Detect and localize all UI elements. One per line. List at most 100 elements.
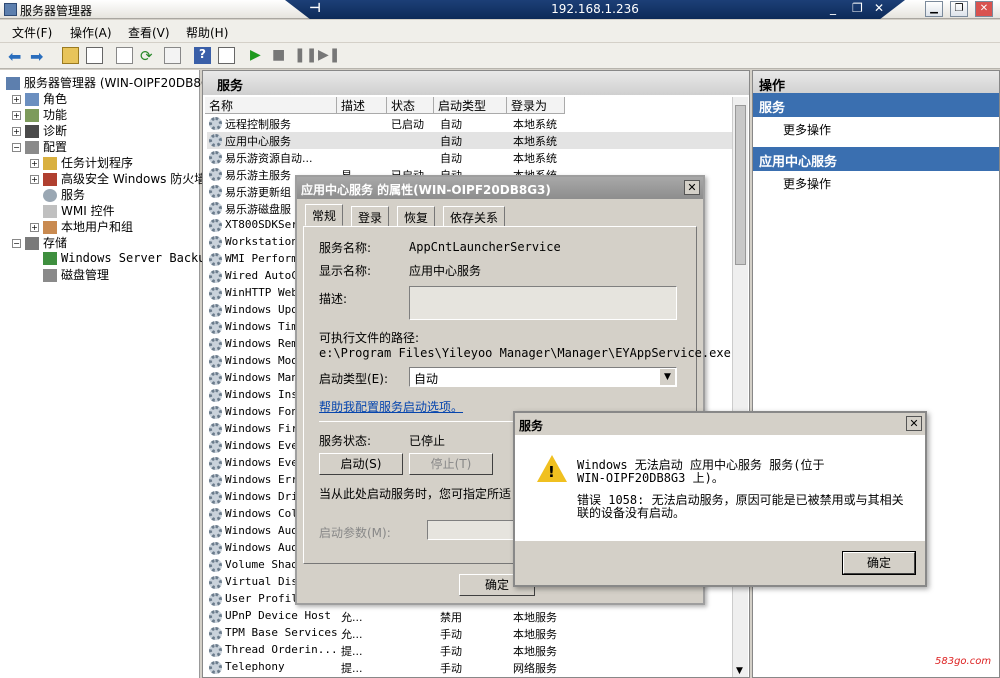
tree-item-configuration[interactable]: − 配置 xyxy=(12,138,67,155)
expand-icon[interactable]: + xyxy=(12,127,21,136)
stop-button[interactable]: 停止(T) xyxy=(409,453,493,475)
service-gear-icon xyxy=(209,423,222,436)
table-cell: 自动 xyxy=(440,152,462,165)
tree-item-wmi[interactable]: WMI 控件 xyxy=(43,202,115,219)
service-gear-icon xyxy=(209,168,222,181)
export-icon[interactable] xyxy=(164,47,181,64)
expand-icon[interactable]: + xyxy=(12,95,21,104)
table-row[interactable]: 易乐游资源自动... 自动 本地系统 xyxy=(207,149,732,166)
table-cell: 自动 xyxy=(440,118,462,131)
storage-icon xyxy=(25,237,39,250)
help-configure-link[interactable]: 帮助我配置服务启动选项。 xyxy=(319,398,463,415)
actions-section-app-center[interactable]: 应用中心服务 xyxy=(753,147,999,171)
services-scrollbar[interactable]: ▼ xyxy=(732,97,748,677)
menu-file[interactable]: 文件(F) xyxy=(12,24,52,41)
display-name-label: 显示名称: xyxy=(319,264,372,278)
column-name[interactable]: 名称 xyxy=(205,97,337,114)
tree-item-firewall[interactable]: + 高级安全 Windows 防火墙 xyxy=(30,170,206,187)
service-gear-icon xyxy=(209,321,222,334)
tree-item-disk-management[interactable]: 磁盘管理 xyxy=(43,266,109,283)
rdp-close-button[interactable]: ✕ xyxy=(874,1,884,15)
menu-view[interactable]: 查看(V) xyxy=(128,24,170,41)
table-row[interactable]: TPM Base Services 允... 手动 本地服务 xyxy=(207,625,732,642)
up-folder-icon[interactable] xyxy=(62,47,79,64)
warning-exclamation: ! xyxy=(548,463,555,481)
start-icon[interactable]: ▶ xyxy=(250,47,267,64)
forward-icon[interactable]: ➡ xyxy=(30,47,47,66)
tab-logon[interactable]: 登录 xyxy=(351,206,390,226)
service-gear-icon xyxy=(209,491,222,504)
restart-icon[interactable]: ▶❚ xyxy=(318,47,341,64)
table-row[interactable]: 远程控制服务 已启动 自动 本地系统 xyxy=(207,115,732,132)
menu-help[interactable]: 帮助(H) xyxy=(186,24,228,41)
table-row[interactable]: Telephony 提... 手动 网络服务 xyxy=(207,659,732,676)
service-gear-icon xyxy=(209,185,222,198)
close-button[interactable]: ✕ xyxy=(975,1,993,17)
expand-icon[interactable]: + xyxy=(30,159,39,168)
table-cell: 手动 xyxy=(440,628,462,641)
collapse-icon[interactable]: − xyxy=(12,239,21,248)
service-gear-icon xyxy=(209,134,222,147)
pause-icon[interactable]: ❚❚ xyxy=(294,47,317,64)
backup-icon xyxy=(43,252,57,265)
help-icon[interactable]: ? xyxy=(194,47,211,64)
service-gear-icon xyxy=(209,644,222,657)
error-close-icon[interactable]: ✕ xyxy=(906,416,922,431)
actions-section-services[interactable]: 服务 xyxy=(753,93,999,117)
description-label: 描述: xyxy=(319,292,348,306)
chevron-down-icon[interactable]: ▼ xyxy=(660,369,675,385)
table-cell: 网络服务 xyxy=(513,662,557,675)
scrollbar-thumb[interactable] xyxy=(735,105,746,265)
table-cell: 本地系统 xyxy=(513,118,557,131)
restore-button[interactable]: ❐ xyxy=(950,1,968,17)
tab-dependencies[interactable]: 依存关系 xyxy=(443,206,506,226)
table-row[interactable]: UPnP Device Host 允... 禁用 本地服务 xyxy=(207,608,732,625)
more-actions-link-2[interactable]: 更多操作 xyxy=(783,175,831,192)
table-row[interactable]: 应用中心服务 自动 本地系统 xyxy=(207,132,732,149)
rdp-minimize-button[interactable]: _ xyxy=(830,1,836,15)
tree-root[interactable]: 服务器管理器 (WIN-OIPF20DB8G3) xyxy=(6,74,223,91)
service-gear-icon xyxy=(209,304,222,317)
tree-item-diagnostics[interactable]: + 诊断 xyxy=(12,122,67,139)
tree-item-local-users[interactable]: + 本地用户和组 xyxy=(30,218,133,235)
menu-action[interactable]: 操作(A) xyxy=(70,24,112,41)
column-startup-type[interactable]: 启动类型 xyxy=(434,97,507,114)
description-field[interactable] xyxy=(409,286,677,320)
column-status[interactable]: 状态 xyxy=(387,97,434,114)
scroll-down-icon[interactable]: ▼ xyxy=(736,666,743,676)
tree-item-features[interactable]: + 功能 xyxy=(12,106,67,123)
expand-icon[interactable]: + xyxy=(30,223,39,232)
service-gear-icon xyxy=(209,559,222,572)
table-cell: 易乐游资源自动... xyxy=(225,152,313,165)
tree-item-services[interactable]: 服务 xyxy=(43,186,85,203)
tab-recovery[interactable]: 恢复 xyxy=(397,206,436,226)
column-description[interactable]: 描述 xyxy=(337,97,387,114)
error-ok-button[interactable]: 确定 xyxy=(842,551,916,575)
services-icon xyxy=(43,189,57,202)
table-cell: 允... xyxy=(341,611,363,624)
show-tree-icon[interactable] xyxy=(86,47,103,64)
tab-general[interactable]: 常规 xyxy=(305,204,344,226)
tree-item-roles[interactable]: + 角色 xyxy=(12,90,67,107)
tree-item-storage[interactable]: − 存储 xyxy=(12,234,67,251)
more-actions-link[interactable]: 更多操作 xyxy=(783,121,831,138)
collapse-icon[interactable]: − xyxy=(12,143,21,152)
refresh-icon[interactable]: ⟳ xyxy=(140,47,157,65)
start-button[interactable]: 启动(S) xyxy=(319,453,403,475)
properties-icon[interactable] xyxy=(116,47,133,64)
minimize-button[interactable]: ▁ xyxy=(925,1,943,17)
startup-type-select[interactable]: 自动 ▼ xyxy=(409,367,677,387)
expand-icon[interactable]: + xyxy=(12,111,21,120)
rdp-restore-button[interactable]: ❐ xyxy=(852,1,863,15)
tree-item-backup[interactable]: Windows Server Backup xyxy=(43,251,213,265)
back-icon[interactable]: ⬅ xyxy=(8,47,25,66)
column-logon-as[interactable]: 登录为 xyxy=(507,97,565,114)
expand-icon[interactable]: + xyxy=(30,175,39,184)
close-icon[interactable]: ✕ xyxy=(684,180,700,195)
tree-item-task-scheduler[interactable]: + 任务计划程序 xyxy=(30,154,133,171)
table-row[interactable]: Thread Orderin... 提... 手动 本地服务 xyxy=(207,642,732,659)
service-gear-icon xyxy=(209,576,222,589)
console-icon[interactable] xyxy=(218,47,235,64)
error-line-2: WIN-OIPF20DB8G3 上)。 xyxy=(577,471,724,485)
stop-icon[interactable]: ■ xyxy=(272,47,289,64)
